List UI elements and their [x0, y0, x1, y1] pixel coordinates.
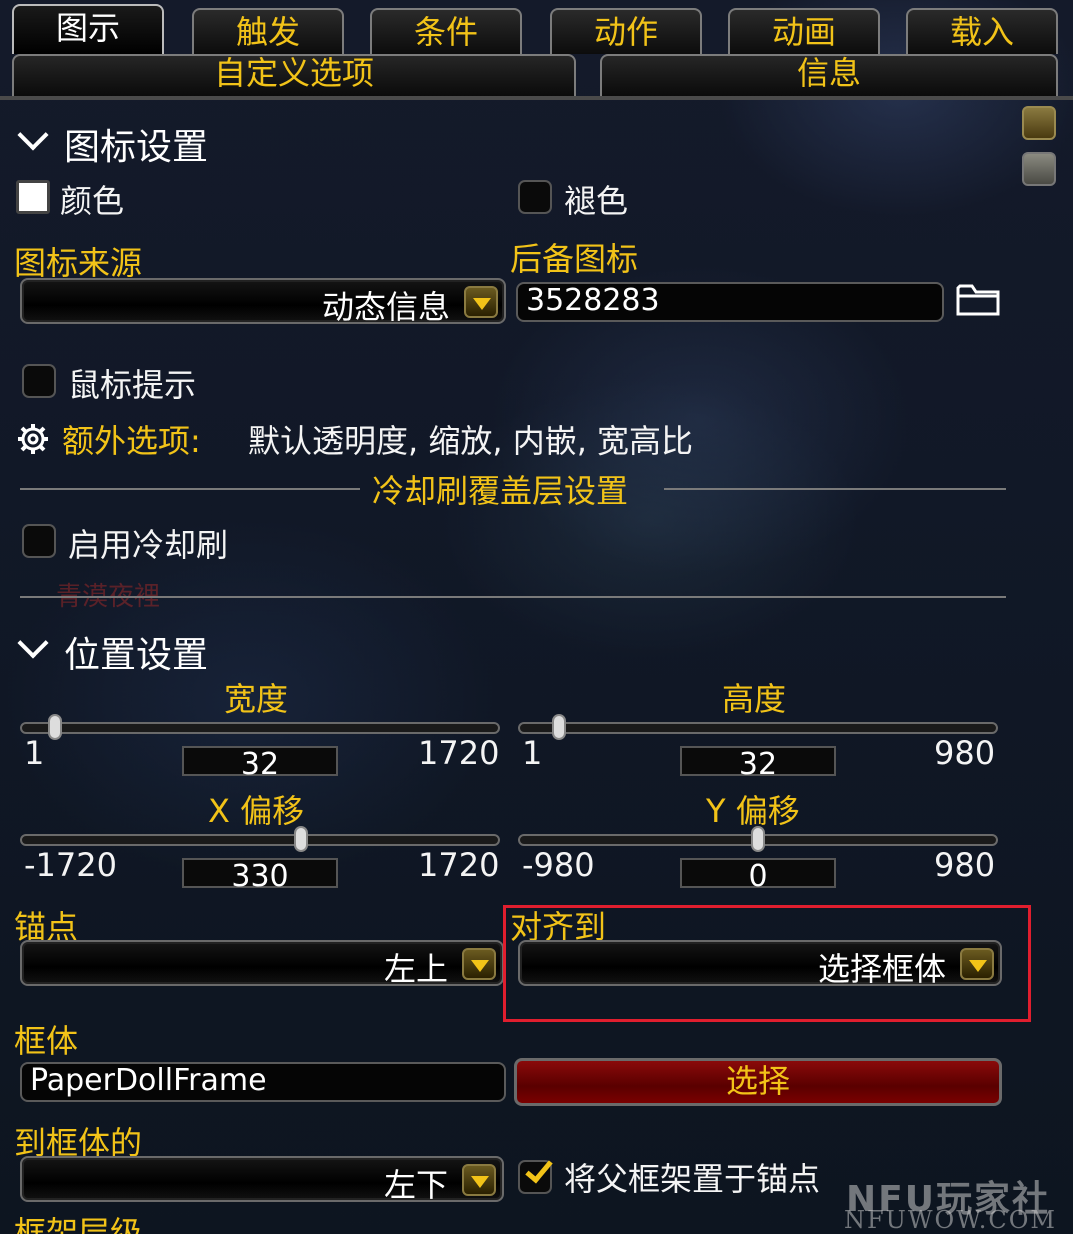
x-offset-slider[interactable]	[20, 834, 500, 846]
frame-label: 框体	[14, 1022, 79, 1060]
select-frame-button[interactable]: 选择	[514, 1058, 1002, 1106]
y-offset-value-input[interactable]: 0	[680, 858, 836, 894]
anchor-dropdown[interactable]: 左上	[20, 940, 504, 988]
y-offset-min: -980	[522, 846, 595, 884]
cooldown-divider-right	[664, 488, 1006, 490]
tab-trigger[interactable]: 触发	[192, 8, 344, 54]
tab-load[interactable]: 载入	[906, 8, 1058, 54]
tab-display[interactable]: 图示	[12, 4, 164, 54]
tab-information[interactable]: 信息	[600, 54, 1058, 98]
dropdown-arrow-icon[interactable]	[462, 948, 496, 980]
color-checkbox[interactable]	[16, 180, 50, 214]
x-offset-value-input[interactable]: 330	[182, 858, 338, 894]
color-label: 颜色	[60, 182, 125, 220]
anchor-value: 左上	[383, 950, 448, 988]
width-label: 宽度	[224, 680, 289, 718]
desaturate-label: 褪色	[564, 182, 629, 220]
extra-options-label[interactable]: 额外选项:	[62, 416, 201, 462]
width-slider[interactable]	[20, 722, 500, 734]
tooltip-checkbox[interactable]	[22, 364, 56, 398]
x-offset-slider-thumb[interactable]	[293, 826, 308, 852]
desaturate-checkbox[interactable]	[518, 180, 552, 214]
fallback-icon-label: 后备图标	[510, 240, 639, 278]
height-label: 高度	[722, 680, 787, 718]
x-offset-max: 1720	[418, 846, 500, 884]
width-value-input[interactable]: 32	[182, 746, 338, 782]
tab-underline	[0, 96, 1073, 100]
dropdown-arrow-icon[interactable]	[464, 286, 498, 318]
tab-custom-options[interactable]: 自定义选项	[12, 54, 576, 98]
frame-strata-label: 框架层级	[14, 1214, 143, 1234]
to-frame-dropdown[interactable]: 左下	[20, 1156, 504, 1204]
icon-source-dropdown[interactable]: 动态信息	[20, 278, 506, 326]
to-frame-value: 左下	[383, 1166, 448, 1204]
folder-icon[interactable]	[956, 280, 1000, 318]
section-divider	[20, 596, 1006, 598]
extra-options-value: 默认透明度, 缩放, 内嵌, 宽高比	[248, 422, 694, 460]
scroll-up-button[interactable]	[1022, 106, 1056, 140]
position-settings-title: 位置设置	[64, 635, 209, 676]
y-offset-label: Y 偏移	[706, 792, 800, 830]
parent-anchor-label: 将父框架置于锚点	[564, 1160, 821, 1198]
frame-input[interactable]: PaperDollFrame	[20, 1062, 506, 1102]
x-offset-label: X 偏移	[208, 792, 305, 830]
cooldown-divider-left	[20, 488, 360, 490]
chevron-down-icon	[17, 627, 49, 659]
tab-animations[interactable]: 动画	[728, 8, 880, 54]
tooltip-label: 鼠标提示	[68, 366, 197, 404]
height-slider[interactable]	[518, 722, 998, 734]
height-value-input[interactable]: 32	[680, 746, 836, 782]
faded-overlay-text: 青漠夜裡	[56, 582, 161, 612]
gear-icon[interactable]	[16, 422, 50, 456]
chevron-down-icon	[17, 119, 49, 151]
width-max: 1720	[418, 734, 500, 772]
fallback-icon-input[interactable]: 3528283	[516, 282, 944, 322]
cooldown-section-title: 冷却刷覆盖层设置	[372, 472, 629, 510]
y-offset-slider-thumb[interactable]	[751, 826, 765, 852]
y-offset-max: 980	[934, 846, 996, 884]
x-offset-min: -1720	[24, 846, 117, 884]
dropdown-arrow-icon[interactable]	[462, 1164, 496, 1196]
enable-cooldown-label: 启用冷却刷	[68, 526, 229, 564]
icon-source-value: 动态信息	[321, 288, 450, 326]
enable-cooldown-checkbox[interactable]	[22, 524, 56, 558]
watermark-url: NFUWOW.COM	[844, 1206, 1057, 1234]
highlight-box	[503, 905, 1031, 1022]
height-slider-thumb[interactable]	[551, 714, 566, 740]
tab-conditions[interactable]: 条件	[370, 8, 522, 54]
scrollbar-thumb[interactable]	[1022, 152, 1056, 186]
width-slider-thumb[interactable]	[47, 714, 62, 740]
tab-actions[interactable]: 动作	[550, 8, 702, 54]
width-min: 1	[24, 734, 45, 772]
icon-settings-title: 图标设置	[64, 127, 209, 168]
height-min: 1	[522, 734, 543, 772]
height-max: 980	[934, 734, 996, 772]
